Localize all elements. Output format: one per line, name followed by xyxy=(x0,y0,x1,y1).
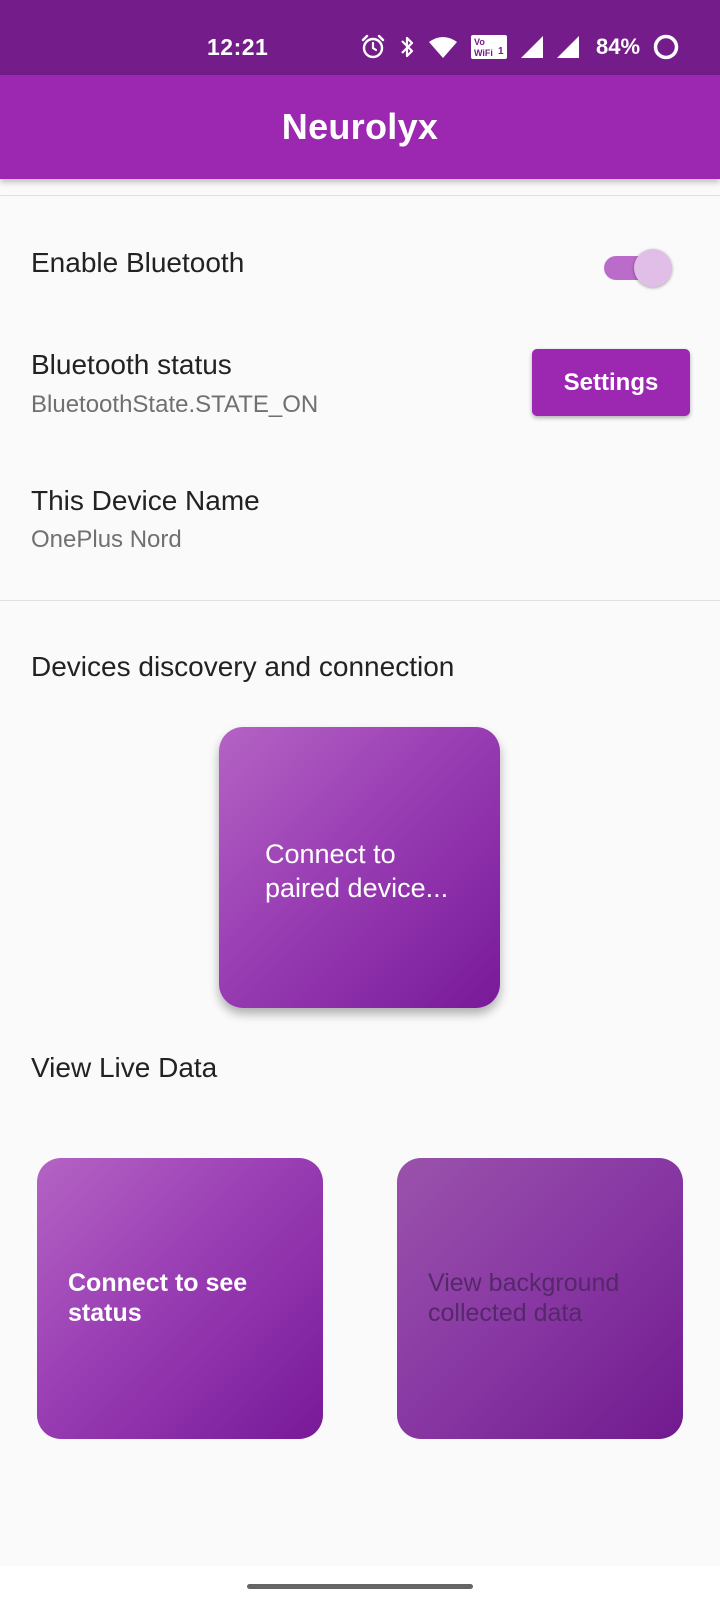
connect-status-label: Connect to see status xyxy=(68,1269,248,1327)
connect-status-tile[interactable]: Connect to see status xyxy=(37,1158,323,1439)
status-bar: 12:21 Vo WiFi 1 84% xyxy=(0,0,720,75)
bluetooth-icon xyxy=(398,34,416,60)
device-name-label: This Device Name xyxy=(31,485,260,516)
signal-icon xyxy=(556,35,580,59)
background-data-label: View background collected data xyxy=(428,1269,620,1327)
enable-bluetooth-label: Enable Bluetooth xyxy=(31,247,245,278)
device-name-value: OnePlus Nord xyxy=(31,526,182,553)
app-bar: Neurolyx xyxy=(0,75,720,179)
status-icons: Vo WiFi 1 84% xyxy=(360,30,680,64)
bluetooth-toggle[interactable] xyxy=(604,247,672,287)
bluetooth-status-label: Bluetooth status xyxy=(31,349,232,380)
svg-text:WiFi: WiFi xyxy=(474,48,493,58)
status-time: 12:21 xyxy=(207,34,269,60)
toggle-thumb xyxy=(634,249,672,287)
divider xyxy=(0,600,720,601)
wifi-icon xyxy=(428,35,458,59)
battery-ring-icon xyxy=(652,33,680,61)
svg-text:1: 1 xyxy=(498,46,504,57)
bluetooth-status-value: BluetoothState.STATE_ON xyxy=(31,391,319,418)
discovery-section-title: Devices discovery and connection xyxy=(31,651,455,682)
connect-paired-device-label: Connect to paired device... xyxy=(265,839,449,903)
vowifi-icon: Vo WiFi 1 xyxy=(470,34,508,60)
live-data-section-title: View Live Data xyxy=(31,1052,218,1083)
background-data-tile[interactable]: View background collected data xyxy=(397,1158,683,1439)
connect-paired-device-tile[interactable]: Connect to paired device... xyxy=(219,727,500,1008)
svg-text:Vo: Vo xyxy=(474,37,485,47)
divider xyxy=(0,195,720,196)
alarm-icon xyxy=(360,34,386,60)
settings-button[interactable]: Settings xyxy=(532,349,690,416)
navigation-bar xyxy=(0,1566,720,1600)
battery-percentage: 84% xyxy=(596,34,641,59)
home-indicator[interactable] xyxy=(247,1584,473,1589)
signal-icon xyxy=(520,35,544,59)
app-title: Neurolyx xyxy=(281,106,439,147)
